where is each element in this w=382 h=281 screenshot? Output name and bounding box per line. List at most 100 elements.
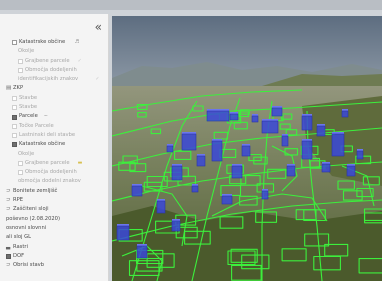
layer-label: Območja dodeljenih [25, 169, 77, 176]
top-bar [0, 0, 382, 10]
layer-checkbox[interactable] [12, 95, 17, 101]
layer-label: Stavbe [19, 94, 38, 101]
building [191, 184, 199, 193]
layer-row[interactable]: Katastrske občine ♬ [0, 38, 108, 47]
layer-label: Zaščiteni sloji [13, 206, 49, 213]
layer-row[interactable]: ⊃ Bonitete zemljišč [0, 187, 108, 196]
layer-row[interactable]: ⊃ Zaščiteni sloji [0, 205, 108, 214]
building [116, 224, 130, 241]
layer-style-icon: ∼ [43, 113, 48, 120]
building [331, 132, 345, 157]
layer-row[interactable]: ⊃ Obrisi stavb [0, 261, 108, 270]
layer-checkbox[interactable] [18, 170, 23, 176]
building [156, 199, 166, 214]
building [206, 109, 230, 122]
layer-label: Točke Parcele [19, 122, 54, 129]
double-chevron-left-icon[interactable]: « [95, 21, 102, 33]
layer-tree: Katastrske občine ♬ Okolje Grajbene parcele… [0, 38, 108, 270]
forest-lower [112, 206, 382, 281]
layer-label: Grajbene parcele [25, 57, 70, 64]
app-frame: « Katastrske občine ♬ Okolje Grajbene parce… [0, 0, 382, 281]
building [261, 119, 279, 134]
layer-label: DOF [13, 252, 25, 259]
layer-checkbox[interactable] [12, 123, 17, 129]
layer-row[interactable]: poševno (2.08.2020) [0, 215, 108, 224]
layer-row[interactable]: Parcele ∼ [0, 112, 108, 121]
building [241, 144, 251, 157]
layer-style-icon: ✓ [95, 76, 100, 83]
layer-row[interactable]: Stavbe [0, 94, 108, 103]
layer-checkbox[interactable] [18, 161, 23, 167]
layer-label: območja dodelni znakov [18, 178, 81, 185]
layer-label: Parcele [19, 113, 38, 120]
layer-group-icon: ⊃ [6, 187, 11, 194]
building [316, 124, 326, 137]
building [301, 114, 313, 131]
building [281, 134, 289, 147]
layer-row[interactable]: ▤ ZKP [0, 84, 108, 93]
building [356, 149, 364, 160]
layer-row[interactable]: Točke Parcele [0, 122, 108, 131]
layer-row[interactable]: identifikacijskih znakov ✓ [0, 75, 108, 84]
building [231, 164, 243, 179]
layer-checkbox[interactable] [12, 105, 17, 111]
building [286, 164, 296, 177]
building [221, 194, 233, 205]
layer-row[interactable]: Grajbene parcele ▬ [0, 159, 108, 168]
layer-checkbox[interactable] [18, 58, 23, 64]
layer-checkbox[interactable] [12, 133, 17, 139]
layer-row[interactable]: Stavbe [0, 103, 108, 112]
layer-row[interactable]: Okolje [0, 47, 108, 56]
layer-group-icon: ▤ [6, 85, 12, 92]
building [171, 164, 183, 181]
layer-label: Lastninski deli stavbe [19, 131, 76, 138]
layer-label: Grajbene parcele [25, 159, 70, 166]
building [271, 106, 283, 117]
layer-label: Obrisi stavb [13, 262, 45, 269]
layer-row[interactable]: Okolje [0, 150, 108, 159]
layer-checkbox[interactable] [12, 40, 17, 46]
building [196, 154, 206, 167]
building [136, 244, 148, 259]
layer-row[interactable]: Katastrske občine [0, 140, 108, 149]
layer-label: ZKP [13, 85, 24, 92]
layer-style-icon: ✓ [77, 57, 82, 64]
building [229, 112, 239, 121]
building [261, 189, 269, 200]
layer-checkbox[interactable] [12, 114, 17, 120]
building [211, 139, 223, 162]
layer-row[interactable]: Območja dodeljenih [0, 66, 108, 75]
layer-checkbox[interactable] [12, 142, 17, 148]
layer-label: osnovni slovnni [6, 224, 47, 231]
layer-row[interactable]: ali sloj GL [0, 233, 108, 242]
layer-label: ali sloj GL [6, 234, 32, 241]
building [346, 164, 356, 177]
building [301, 139, 313, 160]
layer-label: Stavbe [19, 104, 38, 111]
layer-checkbox[interactable] [6, 254, 11, 260]
layer-row[interactable]: osnovni slovnni [0, 224, 108, 233]
layer-row[interactable]: območja dodelni znakov [0, 177, 108, 186]
layer-row[interactable]: Grajbene parcele ✓ [0, 57, 108, 66]
terrain-scene[interactable] [112, 16, 382, 281]
layer-group-icon: ⊃ [6, 197, 11, 204]
layer-row[interactable]: Lastninski deli stavbe [0, 131, 108, 140]
layer-label: RPE [13, 197, 24, 204]
layer-label: poševno (2.08.2020) [6, 215, 60, 222]
layer-checkbox[interactable] [18, 68, 23, 74]
layer-label: Bonitete zemljišč [13, 187, 58, 194]
building [166, 144, 174, 153]
map-3d-view[interactable] [112, 16, 382, 281]
layer-panel: « Katastrske občine ♬ Okolje Grajbene parce… [0, 14, 109, 281]
building [321, 162, 331, 173]
layer-label: Okolje [18, 150, 35, 157]
layer-row[interactable]: DOF [0, 252, 108, 261]
building [341, 109, 349, 118]
building [251, 114, 259, 123]
layer-row[interactable]: Območja dodeljenih [0, 168, 108, 177]
layer-label: Okolje [18, 48, 35, 55]
layer-group-icon: ⊃ [6, 206, 11, 213]
layer-row[interactable]: ⊃ RPE [0, 196, 108, 205]
layer-label: Območja dodeljenih [25, 66, 77, 73]
layer-row[interactable]: ▃ Rastri [0, 243, 108, 252]
